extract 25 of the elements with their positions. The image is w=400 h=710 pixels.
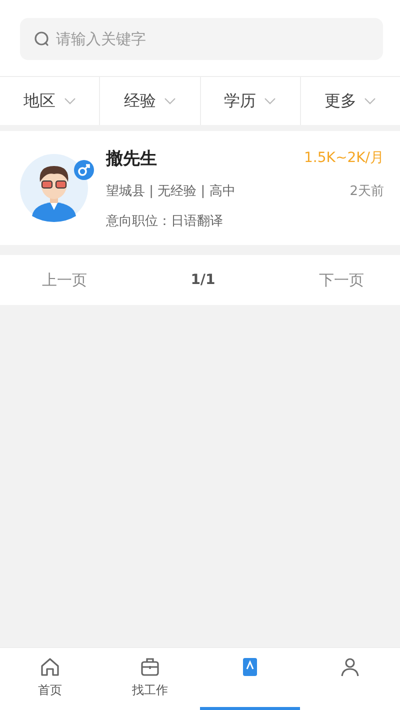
filter-dropdown[interactable]: 学历: [220, 86, 280, 116]
intended-position: 意向职位：日语翻译: [106, 212, 223, 230]
next-page-button[interactable]: 下一页: [310, 266, 372, 294]
nav-tab[interactable]: 找工作: [126, 648, 174, 707]
candidate-details: 望城县 | 无经验 | 高中: [106, 182, 236, 200]
filter-dropdown[interactable]: 经验: [120, 86, 180, 116]
chevron-down-icon: [264, 97, 276, 105]
previous-page-button[interactable]: 上一页: [34, 266, 95, 294]
salary-text: 1.5K~2K/月: [304, 149, 384, 167]
candidate-name: 撤先生: [106, 148, 157, 170]
page-indicator: 1/1: [190, 272, 216, 288]
posted-time: 2天前: [350, 182, 384, 200]
search-field[interactable]: 请输入关键字: [20, 18, 383, 60]
male-icon: [74, 160, 94, 180]
briefcase-icon: [139, 656, 161, 678]
avatar-drawing: [20, 154, 88, 222]
filter-dropdown[interactable]: 更多: [320, 86, 380, 116]
chevron-down-icon: [164, 97, 176, 105]
filter-dropdown[interactable]: 地区: [20, 86, 80, 116]
person-icon: [339, 656, 361, 678]
chevron-down-icon: [364, 97, 376, 105]
home-icon: [39, 656, 61, 678]
nav-tab[interactable]: 首页: [32, 648, 68, 707]
chevron-down-icon: [64, 97, 76, 105]
candidate-card[interactable]: 撤先生 1.5K~2K/月 望城县 | 无经验 | 高中 2天前 意向职位：日语翻译: [0, 131, 400, 245]
